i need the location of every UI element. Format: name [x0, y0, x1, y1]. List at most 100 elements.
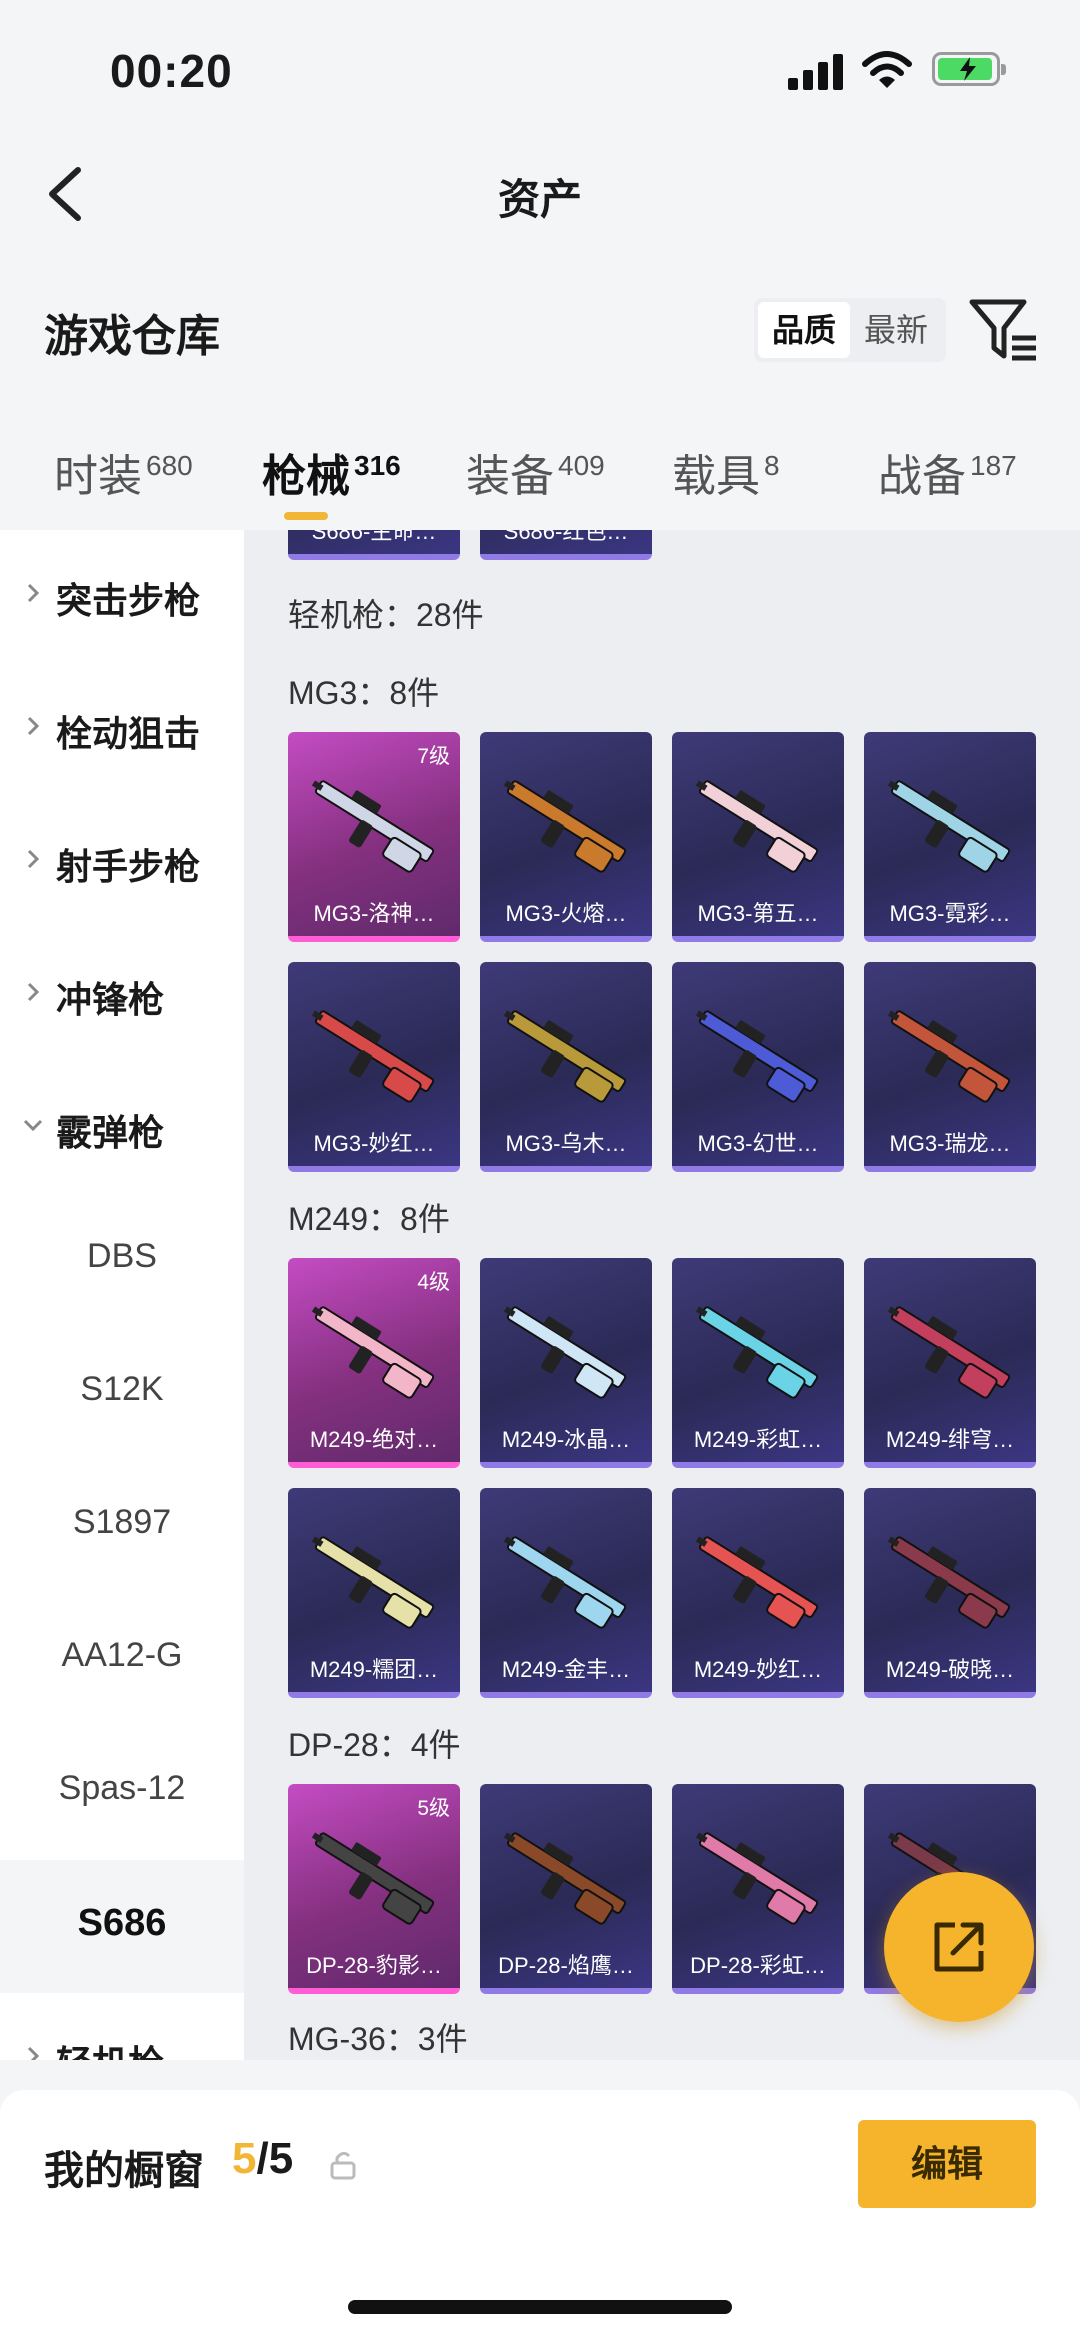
sidebar-item-smg[interactable]: 冲锋枪	[0, 929, 244, 1062]
status-time: 00:20	[110, 45, 233, 97]
weapon-image	[695, 780, 819, 873]
weapon-card[interactable]: S686-生命…	[288, 530, 460, 560]
weapon-name: M249-糯团…	[309, 1657, 439, 1682]
sidebar-subitem-s686[interactable]: S686	[0, 1860, 244, 1993]
weapon-card[interactable]: M249-冰晶…	[480, 1258, 652, 1468]
weapon-card[interactable]: 7级 MG3-洛神…	[288, 732, 460, 942]
chevron-right-icon	[27, 982, 40, 1002]
tab-active-indicator	[284, 512, 328, 520]
weapon-card[interactable]: MG3-霓彩…	[864, 732, 1036, 942]
weapon-card[interactable]: MG3-幻世…	[672, 962, 844, 1172]
weapon-image	[887, 1010, 1011, 1103]
chevron-right-icon	[27, 583, 40, 603]
sidebar-item-lmg[interactable]: 轻机枪	[0, 1993, 244, 2060]
sidebar-item-label: AA12-G	[61, 1636, 183, 1674]
weapon-name: M249-妙红…	[693, 1657, 823, 1682]
chevron-down-icon	[23, 1119, 43, 1132]
sidebar-item-label: 射手步枪	[56, 846, 201, 887]
weapon-card[interactable]: M249-妙红…	[672, 1488, 844, 1698]
tab-gear[interactable]: 战备 187	[878, 440, 1017, 504]
weapon-level-badge: 5级	[417, 1797, 450, 1820]
weapon-card[interactable]: MG3-火熔…	[480, 732, 652, 942]
weapon-name: S686-生命…	[311, 530, 437, 544]
weapon-card[interactable]: M249-彩虹…	[672, 1258, 844, 1468]
weapon-card[interactable]: DP-28-焰鹰…	[480, 1784, 652, 1994]
share-button[interactable]	[884, 1872, 1034, 2022]
filter-icon[interactable]	[968, 298, 1040, 362]
tab-equipment[interactable]: 装备 409	[466, 440, 605, 504]
tab-vehicles[interactable]: 载具 8	[672, 440, 780, 504]
weapon-image	[311, 1536, 435, 1629]
sidebar-item-label: 轻机枪	[56, 2035, 164, 2060]
weapon-name: M249-金丰…	[501, 1657, 631, 1682]
sidebar-item-assault-rifle[interactable]: 突击步枪	[0, 530, 244, 663]
chevron-right-icon	[27, 849, 40, 869]
sidebar-subitem-s1897[interactable]: S1897	[0, 1461, 244, 1594]
weapon-card[interactable]: DP-28-彩虹…	[672, 1784, 844, 1994]
nav-bar: 资产	[0, 130, 1080, 260]
group-title: DP-28：4件	[288, 1727, 461, 1763]
weapon-image	[695, 1010, 819, 1103]
weapon-card[interactable]: MG3-瑞龙…	[864, 962, 1036, 1172]
weapon-image	[311, 780, 435, 873]
weapon-card[interactable]: 5级 DP-28-豹影…	[288, 1784, 460, 1994]
sidebar-subitem-s12k[interactable]: S12K	[0, 1328, 244, 1461]
weapon-card[interactable]: MG3-乌木…	[480, 962, 652, 1172]
tab-fashion[interactable]: 时装 680	[54, 440, 193, 504]
chevron-right-icon	[27, 2046, 40, 2060]
tab-count: 316	[354, 450, 401, 481]
sidebar-item-label: 突击步枪	[56, 580, 201, 621]
weapon-image	[311, 1010, 435, 1103]
sidebar-item-label: Spas-12	[58, 1769, 186, 1807]
weapon-card[interactable]: M249-绯穹…	[864, 1258, 1036, 1468]
sidebar-item-bolt-sniper[interactable]: 栓动狙击	[0, 663, 244, 796]
warehouse-title: 游戏仓库	[44, 312, 220, 361]
weapon-card[interactable]: S686-红色…	[480, 530, 652, 560]
sort-latest-button[interactable]: 最新	[850, 302, 942, 358]
sidebar-subitem-aa12g[interactable]: AA12-G	[0, 1594, 244, 1727]
category-tabs: 时装 680 枪械 316 装备 409 载具 8 战备 187	[0, 420, 1080, 530]
weapon-name: M249-破晓…	[885, 1657, 1015, 1682]
edit-button[interactable]: 编辑	[858, 2120, 1036, 2208]
sort-quality-button[interactable]: 品质	[758, 302, 850, 358]
weapon-image	[503, 1536, 627, 1629]
sidebar-item-dmr[interactable]: 射手步枪	[0, 796, 244, 929]
tab-guns[interactable]: 枪械 316	[262, 440, 401, 520]
tab-count: 680	[146, 450, 193, 481]
sidebar-item-label: 栓动狙击	[56, 713, 201, 754]
page-title: 资产	[497, 176, 582, 223]
status-bar: 00:20	[0, 0, 1080, 130]
weapon-image	[503, 1832, 627, 1925]
tab-count: 8	[764, 450, 780, 481]
group-title: MG3：8件	[288, 675, 440, 711]
weapon-card[interactable]: M249-金丰…	[480, 1488, 652, 1698]
weapon-image	[503, 1306, 627, 1399]
weapon-name: DP-28-豹影…	[306, 1953, 442, 1978]
showcase-count-total: /5	[256, 2134, 294, 2183]
weapon-card[interactable]: 4级 M249-绝对…	[288, 1258, 460, 1468]
weapon-image	[503, 780, 627, 873]
weapon-name: MG3-洛神…	[313, 901, 435, 926]
sidebar-item-shotgun[interactable]: 霰弹枪	[0, 1062, 244, 1195]
weapon-level-badge: 7级	[417, 745, 450, 768]
weapon-name: M249-绯穹…	[885, 1427, 1015, 1452]
weapon-image	[887, 1306, 1011, 1399]
lock-icon	[330, 2151, 356, 2180]
sidebar-subitem-dbs[interactable]: DBS	[0, 1195, 244, 1328]
weapon-card[interactable]: MG3-第五…	[672, 732, 844, 942]
weapon-name: M249-冰晶…	[501, 1427, 631, 1452]
weapon-type-sidebar: 突击步枪 栓动狙击 射手步枪 冲锋枪 霰弹枪 DBS S12K S1897 AA…	[0, 530, 244, 2060]
weapon-grid: S686-生命… S686-红色… 轻机枪：28件 MG3：8件 7级 MG3-洛…	[244, 530, 1080, 2060]
weapon-name: MG3-瑞龙…	[889, 1131, 1011, 1156]
showcase-label: 我的橱窗	[44, 2149, 204, 2193]
tab-count: 187	[970, 450, 1017, 481]
chevron-right-icon	[27, 716, 40, 736]
weapon-card[interactable]: M249-糯团…	[288, 1488, 460, 1698]
sidebar-subitem-spas12[interactable]: Spas-12	[0, 1727, 244, 1860]
section-title: 轻机枪：28件	[288, 597, 484, 633]
weapon-image	[887, 780, 1011, 873]
weapon-card[interactable]: MG3-妙红…	[288, 962, 460, 1172]
weapon-card[interactable]: M249-破晓…	[864, 1488, 1036, 1698]
group-title: MG-36：3件	[288, 2021, 468, 2057]
weapon-image	[503, 1010, 627, 1103]
